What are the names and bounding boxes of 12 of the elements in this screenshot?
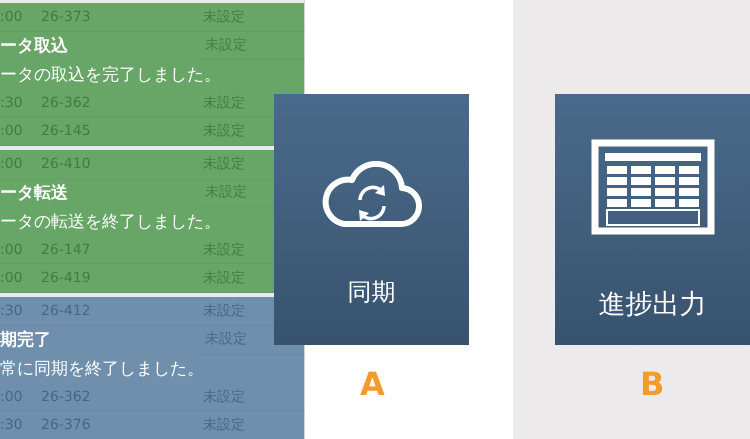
notification-message: ータの取込を完了しました。 — [0, 64, 222, 87]
tile-button[interactable]: 同期 — [274, 94, 469, 345]
notification-message: ータの転送を終了しました。 — [0, 210, 222, 234]
notification-title: 期完了 — [0, 329, 52, 352]
tile-button[interactable]: 進捗出力 — [555, 94, 750, 345]
notification-title: ータ取込 — [0, 35, 69, 58]
table-icon — [590, 139, 714, 235]
marker-letter: A — [360, 365, 385, 403]
notification-title: ータ転送 — [0, 182, 69, 206]
marker-letter: B — [640, 365, 664, 403]
notification-message: 常に同期を終了しました。 — [0, 358, 205, 381]
cloud-sync-icon — [322, 158, 422, 230]
